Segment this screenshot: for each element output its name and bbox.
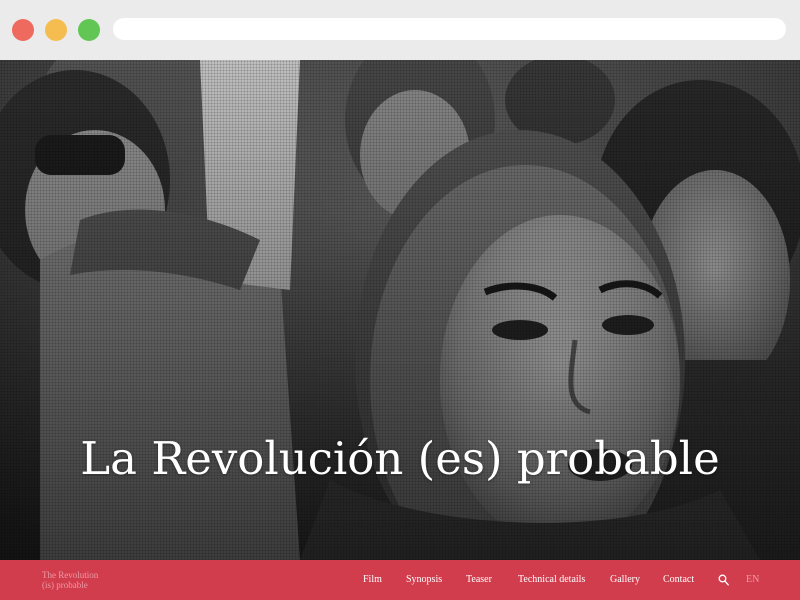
hero-photo [0, 60, 800, 560]
language-switcher[interactable]: EN [746, 574, 759, 586]
nav-link-technical-details[interactable]: Technical details [518, 574, 585, 586]
nav-link-synopsis[interactable]: Synopsis [406, 574, 442, 586]
brand-line-2: (is) probable [42, 580, 88, 590]
nav-link-film[interactable]: Film [363, 574, 382, 586]
hero-title: La Revolución (es) probable [80, 432, 720, 485]
minimize-window-button[interactable] [45, 19, 67, 41]
site-logo-link[interactable]: The Revolution (is) probable [42, 570, 98, 590]
hero-section: La Revolución (es) probable [0, 60, 800, 560]
browser-toolbar [0, 0, 800, 60]
nav-link-gallery[interactable]: Gallery [610, 574, 640, 586]
nav-link-teaser[interactable]: Teaser [466, 574, 492, 586]
nav-link-contact[interactable]: Contact [663, 574, 694, 586]
search-icon[interactable] [718, 574, 729, 586]
close-window-button[interactable] [12, 19, 34, 41]
brand-line-1: The Revolution [42, 570, 99, 580]
maximize-window-button[interactable] [78, 19, 100, 41]
address-bar[interactable] [113, 18, 786, 40]
site-navbar: The Revolution (is) probable Film Synops… [0, 560, 800, 600]
